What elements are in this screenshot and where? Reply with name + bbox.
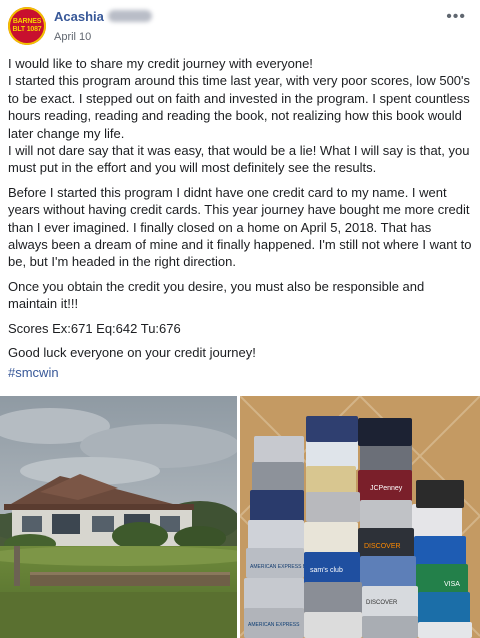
more-dots-icon[interactable]: ••• <box>446 8 466 26</box>
author-name[interactable]: Acashia <box>54 9 104 24</box>
house-illustration <box>0 396 237 638</box>
card-label-discover: DISCOVER <box>364 543 401 550</box>
avatar-text-line-1: BARNES <box>12 18 42 25</box>
avatar[interactable]: BARNES BLT 1087 <box>8 7 46 45</box>
card-label-visa: VISA <box>444 581 460 588</box>
paragraph-1: I would like to share my credit journey … <box>8 56 471 176</box>
paragraph-3: Once you obtain the credit you desire, y… <box>8 278 425 312</box>
photo-grid: JCPenney DISCOVER AMERICAN EXPRESS BUSIN… <box>0 396 480 638</box>
author-surname-blurred <box>108 10 152 22</box>
paragraph-scores: Scores Ex:671 Eq:642 Tu:676 <box>8 320 181 336</box>
post-header: BARNES BLT 1087 Acashia April 10 ••• <box>0 0 480 52</box>
post-date[interactable]: April 10 <box>54 31 91 43</box>
card-label-amex: AMERICAN EXPRESS <box>248 622 300 628</box>
card-label-sams-club: sam's club <box>310 567 343 574</box>
avatar-text-line-2: BLT 1087 <box>12 26 42 33</box>
card-label-jcpenney: JCPenney <box>370 485 403 492</box>
paragraph-2: Before I started this program I didnt ha… <box>8 184 472 270</box>
house-photo[interactable] <box>0 396 237 638</box>
card-label-discover-2: DISCOVER <box>366 600 398 606</box>
post-text: I would like to share my credit journey … <box>8 55 474 381</box>
hashtag-link[interactable]: #smcwin <box>8 364 474 381</box>
credit-cards-illustration: JCPenney DISCOVER AMERICAN EXPRESS BUSIN… <box>240 396 480 638</box>
credit-cards-photo[interactable]: JCPenney DISCOVER AMERICAN EXPRESS BUSIN… <box>240 396 480 638</box>
paragraph-5: Good luck everyone on your credit journe… <box>8 345 256 361</box>
